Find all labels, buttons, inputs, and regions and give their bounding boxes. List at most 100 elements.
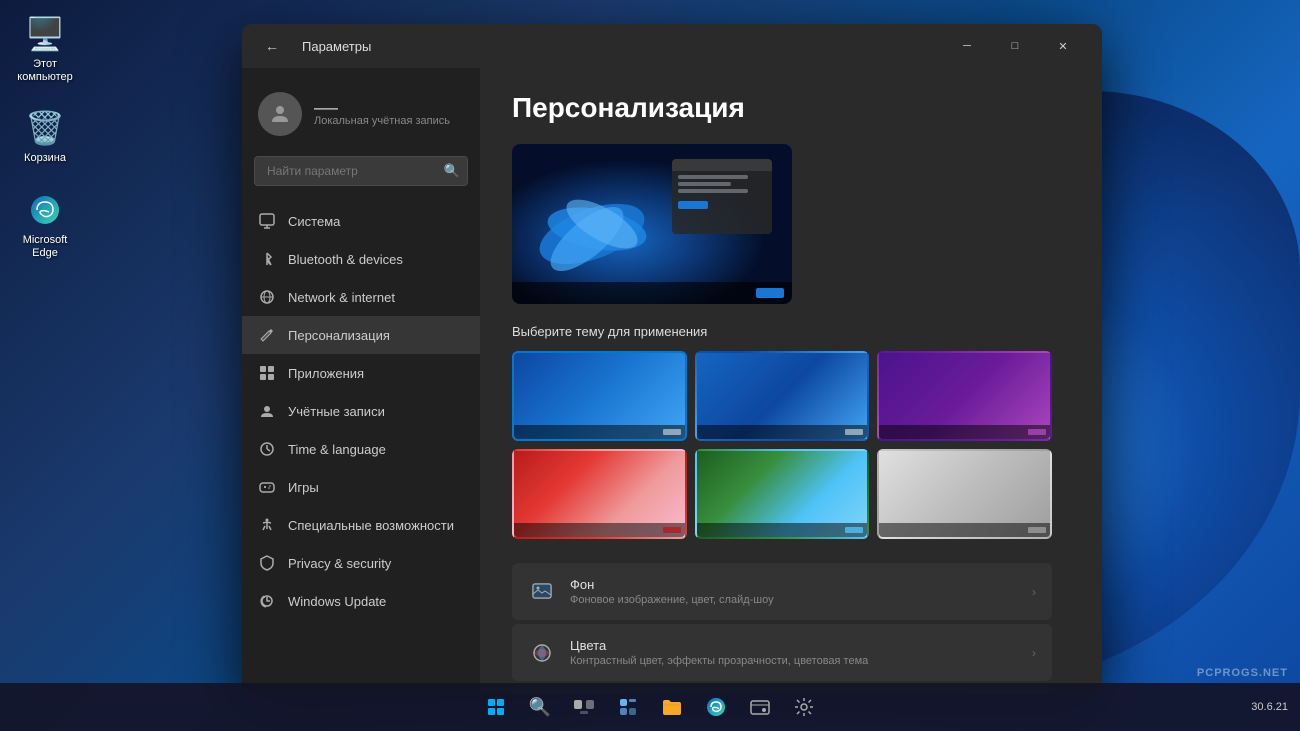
this-pc-label: Этот компьютер — [9, 58, 81, 84]
desktop-icon-recycle[interactable]: 🗑️ Корзина — [5, 104, 85, 169]
nav-item-network[interactable]: Network & internet — [242, 278, 480, 316]
preview-button — [678, 201, 708, 209]
taskbar-search-button[interactable]: 🔍 — [522, 689, 558, 725]
colors-subtitle: Контрастный цвет, эффекты прозрачности, … — [570, 655, 1032, 667]
personalization-label: Персонализация — [288, 328, 390, 343]
background-title: Фон — [570, 577, 1032, 592]
taskbar-edge-button[interactable] — [698, 689, 734, 725]
theme-card-4-btn — [663, 527, 681, 533]
page-title: Персонализация — [512, 92, 1070, 124]
theme-card-3-taskbar — [879, 425, 1050, 439]
update-icon — [258, 592, 276, 610]
nav-item-apps[interactable]: Приложения — [242, 354, 480, 392]
taskbar-right: 30.6.21 — [1251, 701, 1288, 713]
personalization-icon — [258, 326, 276, 344]
nav-item-games[interactable]: Игры — [242, 468, 480, 506]
user-info: —— Локальная учётная запись — [314, 101, 450, 127]
theme-card-5-taskbar — [697, 523, 868, 537]
user-profile[interactable]: —— Локальная учётная запись — [242, 84, 480, 156]
user-type: Локальная учётная запись — [314, 115, 450, 127]
privacy-icon — [258, 554, 276, 572]
settings-row-background[interactable]: Фон Фоновое изображение, цвет, слайд-шоу… — [512, 563, 1052, 620]
colors-icon — [528, 639, 556, 667]
taskbar-settings-button[interactable] — [786, 689, 822, 725]
theme-grid — [512, 351, 1052, 539]
privacy-label: Privacy & security — [288, 556, 391, 571]
nav-item-accessibility[interactable]: Специальные возможности — [242, 506, 480, 544]
taskbar-widgets-button[interactable] — [610, 689, 646, 725]
games-icon — [258, 478, 276, 496]
apps-label: Приложения — [288, 366, 364, 381]
taskbar-start-button[interactable] — [478, 689, 514, 725]
theme-card-5[interactable] — [695, 449, 870, 539]
theme-preview — [512, 144, 792, 304]
nav-item-privacy[interactable]: Privacy & security — [242, 544, 480, 582]
maximize-button[interactable]: □ — [992, 30, 1038, 62]
title-bar-nav: ← Параметры — [258, 32, 944, 60]
user-name: —— — [314, 101, 450, 115]
window-controls: ─ □ ✕ — [944, 30, 1086, 62]
system-icon — [258, 212, 276, 230]
preview-taskbar — [512, 282, 792, 304]
bluetooth-label: Bluetooth & devices — [288, 252, 403, 267]
theme-card-3[interactable] — [877, 351, 1052, 441]
taskbar-taskview-button[interactable] — [566, 689, 602, 725]
update-label: Windows Update — [288, 594, 386, 609]
nav-item-accounts[interactable]: Учётные записи — [242, 392, 480, 430]
nav-item-update[interactable]: Windows Update — [242, 582, 480, 620]
time-icon — [258, 440, 276, 458]
theme-card-4-taskbar — [514, 523, 685, 537]
accounts-icon — [258, 402, 276, 420]
search-input[interactable] — [254, 156, 468, 186]
nav-item-system[interactable]: Система — [242, 202, 480, 240]
apps-icon — [258, 364, 276, 382]
theme-card-6-btn — [1028, 527, 1046, 533]
colors-chevron: › — [1032, 646, 1036, 660]
theme-card-6[interactable] — [877, 449, 1052, 539]
preview-line-1 — [678, 175, 748, 179]
window-body: —— Локальная учётная запись 🔍 Система — [242, 68, 1102, 694]
search-icon: 🔍 — [444, 163, 460, 179]
edge-icon — [25, 190, 65, 230]
nav-item-personalization[interactable]: Персонализация — [242, 316, 480, 354]
close-button[interactable]: ✕ — [1040, 30, 1086, 62]
taskbar: 🔍 30.6.21 — [0, 683, 1300, 731]
taskbar-explorer-button[interactable] — [654, 689, 690, 725]
sidebar: —— Локальная учётная запись 🔍 Система — [242, 68, 480, 694]
recycle-icon: 🗑️ — [25, 108, 65, 148]
system-label: Система — [288, 214, 340, 229]
accounts-label: Учётные записи — [288, 404, 385, 419]
watermark: PCPROGS.NET — [1197, 667, 1288, 679]
preview-window — [672, 159, 772, 234]
avatar — [258, 92, 302, 136]
preview-titlebar — [672, 159, 772, 171]
main-content: Персонализация — [480, 68, 1102, 694]
colors-text: Цвета Контрастный цвет, эффекты прозрачн… — [570, 638, 1032, 667]
taskbar-wallet-button[interactable] — [742, 689, 778, 725]
games-label: Игры — [288, 480, 319, 495]
theme-card-4[interactable] — [512, 449, 687, 539]
desktop-icon-edge[interactable]: Microsoft Edge — [5, 186, 85, 264]
minimize-button[interactable]: ─ — [944, 30, 990, 62]
desktop-icon-this-pc[interactable]: 🖥️ Этот компьютер — [5, 10, 85, 88]
theme-card-6-taskbar — [879, 523, 1050, 537]
nav-item-bluetooth[interactable]: Bluetooth & devices — [242, 240, 480, 278]
bluetooth-icon — [258, 250, 276, 268]
nav-item-time[interactable]: Time & language — [242, 430, 480, 468]
desktop-icons: 🖥️ Этот компьютер 🗑️ Корзина Microsoft E… — [0, 0, 90, 683]
accessibility-icon — [258, 516, 276, 534]
taskbar-time: 30.6.21 — [1251, 701, 1288, 713]
title-bar: ← Параметры ─ □ ✕ — [242, 24, 1102, 68]
recycle-label: Корзина — [24, 152, 66, 165]
settings-row-colors[interactable]: Цвета Контрастный цвет, эффекты прозрачн… — [512, 624, 1052, 681]
theme-card-1[interactable] — [512, 351, 687, 441]
theme-card-5-btn — [845, 527, 863, 533]
settings-list: Фон Фоновое изображение, цвет, слайд-шоу… — [512, 563, 1052, 694]
background-chevron: › — [1032, 585, 1036, 599]
settings-window: ← Параметры ─ □ ✕ —— Локальная у — [242, 24, 1102, 694]
preview-lines — [672, 171, 772, 197]
time-label: Time & language — [288, 442, 386, 457]
theme-card-2[interactable] — [695, 351, 870, 441]
edge-label: Microsoft Edge — [9, 234, 81, 260]
back-button[interactable]: ← — [258, 32, 286, 60]
